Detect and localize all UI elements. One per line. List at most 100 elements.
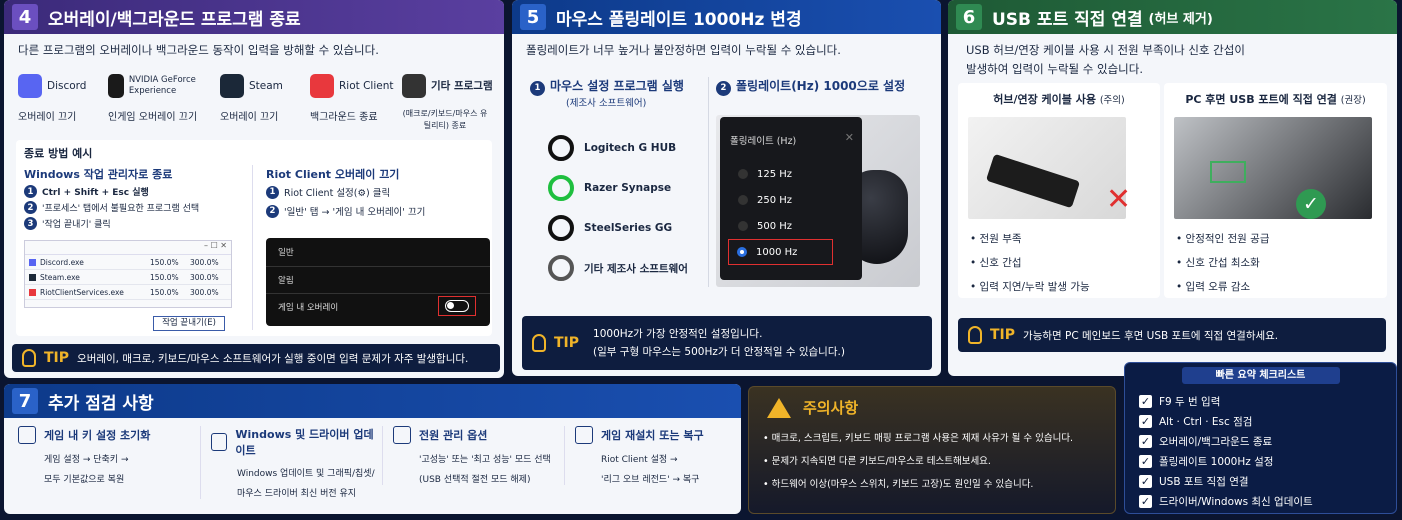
app-action: 오버레이 끄기 — [220, 112, 279, 123]
caution-item: • 매크로, 스크립트, 키보드 매핑 프로그램 사용은 제재 사유가 될 수 … — [763, 433, 1074, 444]
check-item: Windows 및 드라이버 업데이트 Windows 업데이트 및 그래픽/칩셋… — [200, 426, 378, 499]
checklist-item: ✓ 오버레이/백그라운드 종료 — [1139, 431, 1382, 451]
rate-label: 1000 Hz — [756, 246, 798, 258]
checkbox-icon: ✓ — [1139, 394, 1152, 408]
caution-title: 주의사항 — [803, 399, 859, 417]
radio-button[interactable] — [737, 247, 747, 257]
checklist-item: ✓ F9 두 번 입력 — [1139, 391, 1382, 411]
example-box: 종료 방법 예시 Windows 작업 관리자로 종료 1 Ctrl + Shif… — [16, 140, 492, 336]
software-logo-icon — [548, 175, 574, 201]
step-number: 6 — [956, 4, 982, 30]
step-text: Riot Client 설정(⚙) 클릭 — [284, 188, 391, 199]
rate-option[interactable]: 1000 Hz — [728, 239, 833, 265]
direct-card-title: PC 후면 USB 포트에 직접 연결 (권장) — [1164, 83, 1387, 115]
checklist-item: ✓ 폴링레이트 1000Hz 설정 — [1139, 451, 1382, 471]
riot-menu-overlay: 게임 내 오버레이 — [266, 294, 490, 320]
rate-option[interactable]: 500 Hz — [730, 213, 833, 239]
process-name: RiotClientServices.exe — [40, 287, 124, 297]
checklist-text: 폴링레이트 1000Hz 설정 — [1159, 455, 1274, 468]
step1-subtitle: (제조사 소프트웨어) — [566, 98, 647, 109]
process-cpu: 150.0% — [150, 287, 179, 297]
win-section-title: Windows 작업 관리자로 종료 — [24, 168, 173, 181]
checklist-title: 빠른 요약 체크리스트 — [1181, 367, 1340, 384]
app-tile: Discord 오버레이 끄기 — [18, 72, 116, 123]
rate-label: 500 Hz — [757, 220, 793, 232]
window-controls: – ☐ ✕ — [25, 241, 231, 255]
app-logo-icon — [220, 74, 244, 98]
overlay-label: 게임 내 오버레이 — [278, 303, 339, 313]
step-dot: 2 — [266, 204, 279, 218]
panel-title: USB 포트 직접 연결 — [992, 9, 1143, 30]
app-name: NVIDIA GeForce Experience — [128, 75, 196, 96]
caution-item: • 문제가 지속되면 다른 키보드/마우스로 테스트해보세요. — [763, 456, 991, 467]
tip-bar: TIP 가능하면 PC 메인보드 후면 USB 포트에 직접 연결하세요. — [958, 318, 1386, 352]
riot-menu-alerts[interactable]: 알림 — [266, 267, 490, 294]
power-icon — [393, 426, 411, 444]
tip-text: 1000Hz가 가장 안정적인 설정입니다. — [593, 328, 763, 340]
divider — [252, 165, 253, 330]
radio-button[interactable] — [738, 169, 748, 179]
app-tile: Riot Client 백그라운드 종료 — [310, 72, 408, 123]
rate-label: 250 Hz — [757, 194, 793, 206]
checklist-text: Alt · Ctrl · Esc 점검 — [1159, 415, 1253, 428]
hub-title: 허브/연장 케이블 사용 — [993, 93, 1096, 106]
checklist-item: ✓ Alt · Ctrl · Esc 점검 — [1139, 411, 1382, 431]
bullet-item: • 전원 부족 — [970, 233, 1022, 245]
checklist-item: ✓ USB 포트 직접 연결 — [1139, 471, 1382, 491]
rate-option[interactable]: 125 Hz — [730, 161, 833, 187]
process-icon — [29, 273, 36, 281]
check-item-line-2: 모두 기본값으로 복원 — [44, 475, 125, 485]
riot-menu-general[interactable]: 일반 — [266, 238, 490, 267]
process-row[interactable]: RiotClientServices.exe 150.0% 300.0% — [25, 285, 231, 300]
step-dot: 3 — [24, 217, 37, 230]
check-item-line-2: 마우스 드라이버 최신 버전 유지 — [237, 489, 357, 499]
pc-rear-photo: ✓ — [1174, 117, 1372, 219]
process-mem: 300.0% — [190, 272, 219, 282]
check-item-line-1: '고성능' 또는 '최고 성능' 모드 선택 — [419, 455, 551, 465]
checkbox-icon: ✓ — [1139, 434, 1152, 448]
software-logo-icon — [548, 215, 574, 241]
rate-option[interactable]: 250 Hz — [730, 187, 833, 213]
software-logo-icon — [548, 135, 574, 161]
step2-label: 폴링레이트(Hz) 1000으로 설정 — [736, 79, 906, 93]
step1-title: 1 마우스 설정 프로그램 실행 — [530, 77, 684, 96]
check-item-line-1: Windows 업데이트 및 그래픽/칩셋/ — [237, 469, 375, 479]
caution-panel: 주의사항 • 매크로, 스크립트, 키보드 매핑 프로그램 사용은 제재 사유가… — [748, 386, 1116, 514]
bullet-item: • 입력 지연/누락 발생 가능 — [970, 281, 1090, 293]
tip-bar: TIP 1000Hz가 가장 안정적인 설정입니다. (일부 구형 마우스는 5… — [522, 316, 932, 370]
tip-label: TIP — [554, 335, 580, 351]
hub-note: (주의) — [1099, 95, 1125, 106]
hub-card: 허브/연장 케이블 사용 (주의) ✕ • 전원 부족 • 신호 간섭 • 입력 지… — [958, 83, 1160, 298]
software-item: Razer Synapse — [548, 168, 688, 208]
app-logo-icon — [402, 74, 426, 98]
repair-icon — [575, 426, 593, 444]
process-row[interactable]: Discord.exe 150.0% 300.0% — [25, 255, 231, 270]
radio-button[interactable] — [738, 195, 748, 205]
checkbox-icon: ✓ — [1139, 454, 1152, 468]
check-item-title: 게임 재설치 또는 복구 — [601, 429, 704, 442]
checklist-text: 드라이버/Windows 최신 업데이트 — [1159, 495, 1313, 508]
panel-extra-checks: 7 추가 점검 사항 게임 내 키 설정 초기화 게임 설정 → 단축키 → 모두 … — [4, 384, 741, 514]
radio-button[interactable] — [738, 221, 748, 231]
panel-subtitle: USB 허브/연장 케이블 사용 시 전원 부족이나 신호 간섭이 발생하여 입… — [948, 34, 1397, 86]
update-icon — [211, 433, 228, 451]
polling-rate-dialog: 폴링레이트 (Hz) ✕ 125 Hz 250 Hz 500 Hz 1000 Hz — [720, 117, 862, 280]
process-row[interactable]: Steam.exe 150.0% 300.0% — [25, 270, 231, 285]
check-item-line-2: '리그 오브 레전드' → 복구 — [601, 475, 700, 485]
close-icon[interactable]: ✕ — [845, 131, 854, 144]
end-task-button[interactable]: 작업 끝내기(E) — [153, 316, 225, 331]
step-number: 4 — [12, 4, 38, 30]
overlay-toggle-highlight — [438, 296, 476, 316]
riot-step: 1 Riot Client 설정(⚙) 클릭 — [266, 185, 486, 199]
caution-header: 주의사항 — [749, 387, 1115, 428]
overlay-toggle[interactable] — [445, 300, 469, 312]
check-item-line-1: Riot Client 설정 → — [601, 455, 678, 465]
panel-polling-rate: 5 마우스 폴링레이트 1000Hz 변경 폴링레이트가 너무 높거나 불안정하… — [512, 0, 941, 376]
app-action: 백그라운드 종료 — [310, 112, 378, 123]
software-name: Razer Synapse — [584, 182, 672, 194]
step2-title: 2 폴링레이트(Hz) 1000으로 설정 — [716, 77, 905, 96]
app-tile: NVIDIA GeForce Experience 인게임 오버레이 끄기 — [108, 72, 206, 123]
process-name: Discord.exe — [40, 257, 84, 267]
panel-7-header: 7 추가 점검 사항 — [4, 384, 741, 418]
riot-settings-panel: 일반 알림 게임 내 오버레이 — [266, 238, 490, 326]
